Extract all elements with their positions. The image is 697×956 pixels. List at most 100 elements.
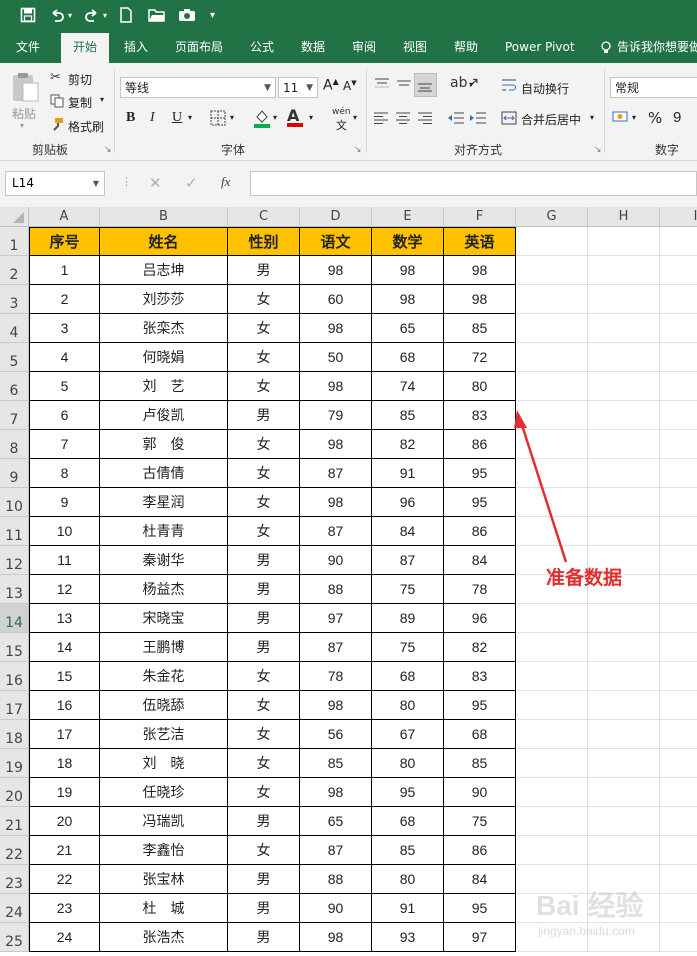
row-header-20[interactable]: 20 [0,778,29,807]
data-cell[interactable]: 83 [444,662,516,691]
data-cell[interactable]: 60 [300,285,372,314]
data-cell[interactable]: 80 [372,865,444,894]
formula-input[interactable] [250,171,697,196]
data-cell[interactable]: 65 [372,314,444,343]
empty-cell[interactable] [516,343,588,372]
column-header-i[interactable]: I [660,207,697,227]
data-cell[interactable]: 84 [444,865,516,894]
data-cell[interactable]: 98 [300,314,372,343]
data-cell[interactable]: 96 [444,604,516,633]
tab-review[interactable]: 审阅 [352,33,376,63]
data-cell[interactable]: 88 [300,575,372,604]
cut-button[interactable]: 剪切 [68,71,92,88]
data-cell[interactable]: 79 [300,401,372,430]
data-cell[interactable]: 85 [444,749,516,778]
new-file-icon[interactable] [119,7,133,27]
data-cell[interactable]: 男 [228,923,300,952]
data-cell[interactable]: 98 [444,285,516,314]
redo-dropdown-icon[interactable]: ▾ [103,7,107,25]
copy-dropdown-icon[interactable]: ▾ [100,95,104,104]
header-cell[interactable]: 数学 [372,227,444,256]
data-cell[interactable]: 80 [372,749,444,778]
data-cell[interactable]: 87 [372,546,444,575]
clipboard-launcher-icon[interactable]: ↘ [104,145,112,155]
data-cell[interactable]: 15 [29,662,100,691]
align-bottom-icon[interactable] [414,73,437,97]
row-header-4[interactable]: 4 [0,314,29,343]
data-cell[interactable]: 女 [228,517,300,546]
row-header-12[interactable]: 12 [0,546,29,575]
data-cell[interactable]: 16 [29,691,100,720]
data-cell[interactable]: 85 [444,314,516,343]
empty-cell[interactable] [660,372,697,401]
column-header-d[interactable]: D [300,207,372,227]
data-cell[interactable]: 96 [372,488,444,517]
data-cell[interactable]: 男 [228,604,300,633]
underline-dropdown-icon[interactable]: ▾ [188,113,192,122]
data-cell[interactable]: 95 [444,691,516,720]
borders-dropdown-icon[interactable]: ▾ [230,113,234,122]
orientation-icon[interactable]: ab↗ [450,75,479,91]
select-all-corner[interactable] [0,207,29,227]
data-cell[interactable]: 4 [29,343,100,372]
data-cell[interactable]: 5 [29,372,100,401]
decrease-font-button[interactable]: A▼ [343,79,357,93]
row-header-10[interactable]: 10 [0,488,29,517]
tell-me-search[interactable]: 告诉我你想要做 [617,33,697,63]
header-cell[interactable]: 语文 [300,227,372,256]
data-cell[interactable]: 刘 晓 [100,749,228,778]
header-cell[interactable]: 姓名 [100,227,228,256]
data-cell[interactable]: 98 [372,256,444,285]
percent-button[interactable]: % [648,109,662,127]
empty-cell[interactable] [588,314,660,343]
empty-cell[interactable] [588,430,660,459]
data-cell[interactable]: 20 [29,807,100,836]
empty-cell[interactable] [660,256,697,285]
data-cell[interactable]: 95 [372,778,444,807]
row-header-22[interactable]: 22 [0,836,29,865]
empty-cell[interactable] [660,430,697,459]
empty-cell[interactable] [660,227,697,256]
data-cell[interactable]: 7 [29,430,100,459]
enter-icon[interactable]: ✓ [185,174,198,192]
data-cell[interactable]: 王鹏博 [100,633,228,662]
data-cell[interactable]: 80 [372,691,444,720]
data-cell[interactable]: 3 [29,314,100,343]
borders-icon[interactable] [210,110,226,130]
data-cell[interactable]: 90 [300,546,372,575]
comma-button[interactable]: 9 [673,109,681,126]
data-cell[interactable]: 任晓珍 [100,778,228,807]
empty-cell[interactable] [516,256,588,285]
data-cell[interactable]: 97 [444,923,516,952]
font-color-dropdown-icon[interactable]: ▾ [309,113,313,122]
column-header-b[interactable]: B [100,207,228,227]
fill-color-icon[interactable] [253,108,271,132]
empty-cell[interactable] [588,720,660,749]
row-header-18[interactable]: 18 [0,720,29,749]
column-header-c[interactable]: C [228,207,300,227]
data-cell[interactable]: 女 [228,662,300,691]
empty-cell[interactable] [516,488,588,517]
empty-cell[interactable] [516,691,588,720]
empty-cell[interactable] [660,517,697,546]
data-cell[interactable]: 男 [228,546,300,575]
empty-cell[interactable] [660,546,697,575]
increase-font-button[interactable]: A▲ [323,77,339,94]
empty-cell[interactable] [516,459,588,488]
data-cell[interactable]: 97 [300,604,372,633]
data-cell[interactable]: 张艺洁 [100,720,228,749]
empty-cell[interactable] [660,720,697,749]
data-cell[interactable]: 98 [300,488,372,517]
empty-cell[interactable] [588,401,660,430]
data-cell[interactable]: 86 [444,836,516,865]
empty-cell[interactable] [516,227,588,256]
data-cell[interactable]: 朱金花 [100,662,228,691]
empty-cell[interactable] [588,227,660,256]
wrap-text-button[interactable]: 自动换行 [521,80,569,97]
data-cell[interactable]: 86 [444,430,516,459]
data-cell[interactable]: 女 [228,778,300,807]
paste-button[interactable]: 粘贴 [12,105,36,122]
data-cell[interactable]: 女 [228,314,300,343]
data-cell[interactable]: 18 [29,749,100,778]
empty-cell[interactable] [588,836,660,865]
